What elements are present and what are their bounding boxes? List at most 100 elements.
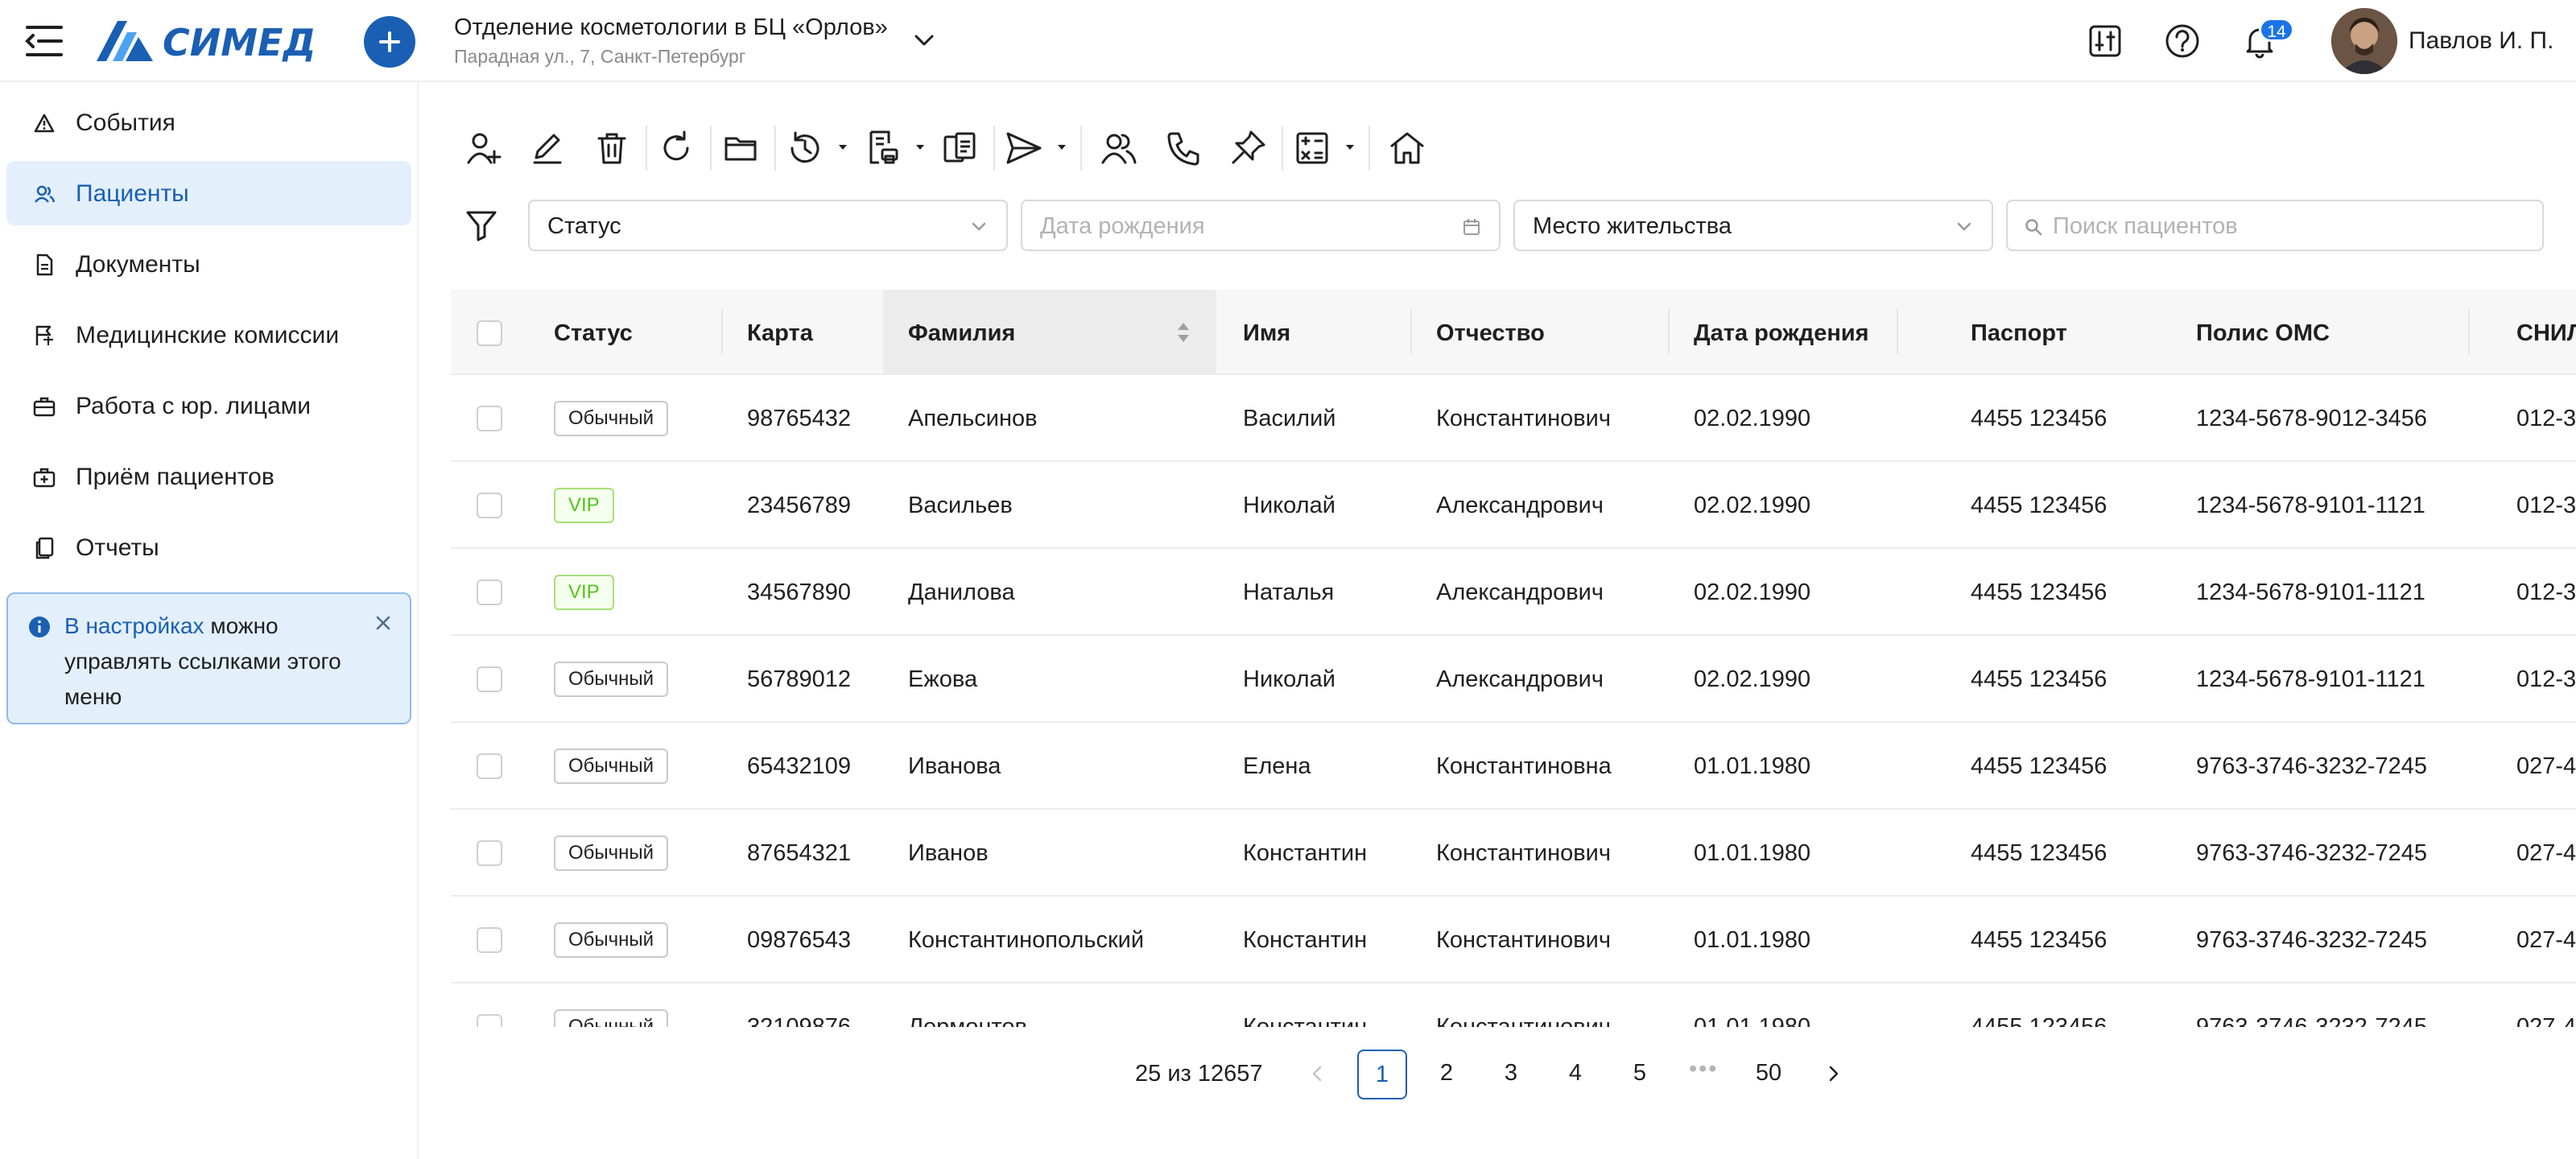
cell-middle: Константинович xyxy=(1436,406,1611,431)
cell-snils: 027-4 xyxy=(2516,1014,2576,1027)
page-1-button[interactable]: 1 xyxy=(1357,1050,1407,1099)
cell-last: Ежова xyxy=(908,666,978,692)
column-separator xyxy=(721,309,723,354)
cell-dob: 02.02.1990 xyxy=(1694,406,1811,431)
cell-snils: 012-3 xyxy=(2516,406,2576,431)
cell-snils: 012-3 xyxy=(2516,666,2576,692)
cell-middle: Александрович xyxy=(1436,580,1604,605)
column-header-last-name[interactable]: Фамилия xyxy=(908,320,1015,347)
table-row[interactable]: Обычный 98765432 Апельсинов Василий Констант… xyxy=(451,375,2576,462)
cell-last: Лермонтов xyxy=(908,1014,1027,1027)
next-page-icon[interactable] xyxy=(1826,1064,1842,1083)
cell-first: Константин xyxy=(1243,840,1368,866)
table-row[interactable]: VIP 34567890 Данилова Наталья Александрович 0… xyxy=(451,549,2576,636)
cell-passport: 4455 123456 xyxy=(1971,840,2107,866)
select-all-checkbox[interactable] xyxy=(477,320,502,346)
column-header-card[interactable]: Карта xyxy=(747,320,813,347)
table-row[interactable]: Обычный 65432109 Иванова Елена Константиновн… xyxy=(451,723,2576,810)
patients-table: Статус Карта Фамилия Имя Отчество Дата р… xyxy=(0,0,2576,1027)
page-ellipsis[interactable]: ••• xyxy=(1689,1056,1718,1083)
cell-oms: 1234-5678-9101-1121 xyxy=(2196,666,2425,692)
cell-first: Николай xyxy=(1243,666,1335,692)
cell-last: Иванова xyxy=(908,753,1001,779)
cell-oms: 9763-3746-3232-7245 xyxy=(2196,927,2428,953)
row-checkbox[interactable] xyxy=(477,406,502,431)
cell-passport: 4455 123456 xyxy=(1971,1014,2107,1027)
cell-first: Наталья xyxy=(1243,580,1335,605)
cell-dob: 01.01.1980 xyxy=(1694,840,1811,866)
page-50-button[interactable]: 50 xyxy=(1744,1050,1794,1099)
cell-last: Апельсинов xyxy=(908,406,1038,431)
page-2-button[interactable]: 2 xyxy=(1422,1050,1472,1099)
row-checkbox[interactable] xyxy=(477,927,502,953)
page-5-button[interactable]: 5 xyxy=(1615,1050,1665,1099)
cell-oms: 1234-5678-9101-1121 xyxy=(2196,493,2425,518)
cell-dob: 02.02.1990 xyxy=(1694,493,1811,518)
column-separator xyxy=(1410,309,1412,354)
column-header-first-name[interactable]: Имя xyxy=(1243,320,1290,347)
row-checkbox[interactable] xyxy=(477,493,502,518)
sort-icon[interactable] xyxy=(1175,320,1191,344)
cell-card: 98765432 xyxy=(747,406,852,431)
row-checkbox[interactable] xyxy=(477,1014,502,1027)
cell-card: 56789012 xyxy=(747,666,852,692)
table-row[interactable]: Обычный 32109876 Лермонтов Константин Конста… xyxy=(451,984,2576,1027)
cell-card: 32109876 xyxy=(747,1014,852,1027)
cell-last: Иванов xyxy=(908,840,989,866)
cell-passport: 4455 123456 xyxy=(1971,406,2107,431)
cell-snils: 012-3 xyxy=(2516,493,2576,518)
cell-middle: Константинович xyxy=(1436,840,1611,866)
column-header-birth-date[interactable]: Дата рождения xyxy=(1694,320,1869,347)
status-badge: Обычный xyxy=(554,401,669,436)
column-header-oms[interactable]: Полис ОМС xyxy=(2196,320,2330,347)
cell-first: Константин xyxy=(1243,927,1368,953)
column-header-snils[interactable]: СНИЛС xyxy=(2516,320,2576,347)
cell-middle: Александрович xyxy=(1436,493,1604,518)
cell-snils: 027-4 xyxy=(2516,753,2576,779)
cell-dob: 01.01.1980 xyxy=(1694,753,1811,779)
row-checkbox[interactable] xyxy=(477,753,502,779)
cell-middle: Константинович xyxy=(1436,927,1611,953)
cell-oms: 1234-5678-9101-1121 xyxy=(2196,580,2425,605)
cell-snils: 012-3 xyxy=(2516,580,2576,605)
table-row[interactable]: VIP 23456789 Васильев Николай Александрович 0… xyxy=(451,462,2576,549)
table-row[interactable]: Обычный 87654321 Иванов Константин Константи… xyxy=(451,810,2576,897)
cell-middle: Александрович xyxy=(1436,666,1604,692)
column-separator xyxy=(2468,309,2470,354)
status-badge: Обычный xyxy=(554,662,669,697)
cell-dob: 01.01.1980 xyxy=(1694,1014,1811,1027)
pagination-summary: 25 из 12657 xyxy=(1135,1061,1263,1087)
cell-first: Елена xyxy=(1243,753,1311,779)
cell-passport: 4455 123456 xyxy=(1971,580,2107,605)
row-checkbox[interactable] xyxy=(477,580,502,605)
cell-passport: 4455 123456 xyxy=(1971,927,2107,953)
status-badge: VIP xyxy=(554,575,614,610)
table-row[interactable]: Обычный 56789012 Ежова Николай Александрович… xyxy=(451,636,2576,723)
column-header-middle-name[interactable]: Отчество xyxy=(1436,320,1545,347)
row-checkbox[interactable] xyxy=(477,840,502,866)
cell-card: 23456789 xyxy=(747,493,852,518)
column-header-passport[interactable]: Паспорт xyxy=(1971,320,2067,347)
cell-dob: 02.02.1990 xyxy=(1694,666,1811,692)
page-4-button[interactable]: 4 xyxy=(1550,1050,1600,1099)
cell-passport: 4455 123456 xyxy=(1971,753,2107,779)
cell-passport: 4455 123456 xyxy=(1971,666,2107,692)
page-3-button[interactable]: 3 xyxy=(1486,1050,1536,1099)
status-badge: Обычный xyxy=(554,749,669,784)
cell-last: Константинопольский xyxy=(908,927,1145,953)
cell-dob: 01.01.1980 xyxy=(1694,927,1811,953)
cell-snils: 027-4 xyxy=(2516,840,2576,866)
cell-first: Николай xyxy=(1243,493,1335,518)
row-checkbox[interactable] xyxy=(477,666,502,692)
table-row[interactable]: Обычный 09876543 Константинопольский Конста… xyxy=(451,897,2576,984)
prev-page-icon[interactable] xyxy=(1309,1064,1325,1083)
cell-card: 65432109 xyxy=(747,753,852,779)
status-badge: VIP xyxy=(554,488,614,523)
cell-first: Константин xyxy=(1243,1014,1368,1027)
cell-oms: 9763-3746-3232-7245 xyxy=(2196,1014,2428,1027)
column-header-status[interactable]: Статус xyxy=(554,320,633,347)
cell-snils: 027-4 xyxy=(2516,927,2576,953)
cell-card: 34567890 xyxy=(747,580,852,605)
cell-middle: Константиновна xyxy=(1436,753,1612,779)
status-badge: Обычный xyxy=(554,1009,669,1027)
